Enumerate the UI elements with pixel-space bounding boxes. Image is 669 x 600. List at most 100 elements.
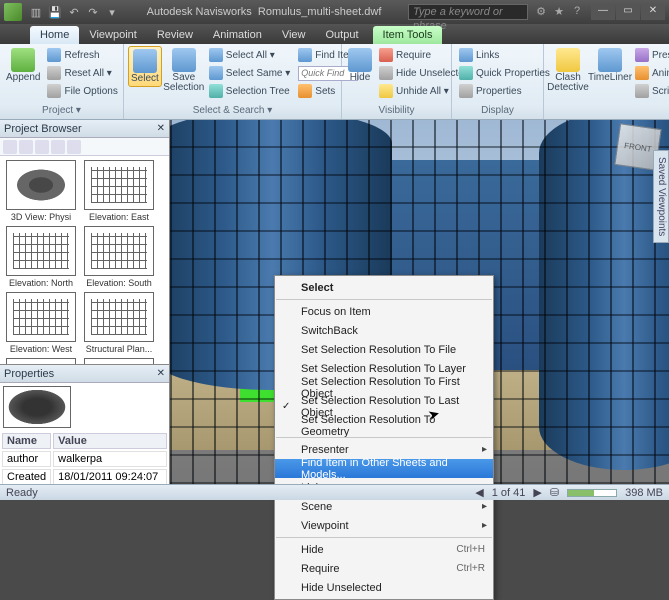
property-row[interactable]: Created18/01/2011 09:24:07 [2, 469, 167, 484]
app-logo-icon[interactable] [4, 3, 22, 21]
help-icons: ⚙ ★ ? [534, 5, 584, 19]
reset-icon [47, 66, 61, 80]
selection-tree-button[interactable]: Selection Tree [206, 82, 294, 100]
ctx-select[interactable]: Select [275, 278, 493, 297]
panel-title-select[interactable]: Select & Search ▾ [124, 105, 341, 119]
ctx-require[interactable]: RequireCtrl+R [275, 559, 493, 578]
properties-pane: Properties✕ NameValue authorwalkerpa Crea… [0, 364, 169, 484]
browser-body[interactable]: 3D View: PhysiElevation: EastElevation: … [0, 156, 169, 364]
ctx-resolution-geometry[interactable]: Set Selection Resolution To Geometry [275, 416, 493, 435]
quickprops-icon [459, 66, 473, 80]
quick-access-toolbar: ▥ 💾 ↶ ↷ ▾ [28, 4, 120, 20]
refresh-button[interactable]: Refresh [44, 46, 120, 64]
sheet-thumbnail[interactable] [4, 358, 78, 364]
append-button[interactable]: Append [4, 46, 42, 85]
ctx-hide-unselected[interactable]: Hide Unselected [275, 578, 493, 597]
browser-tool-icon[interactable] [67, 140, 81, 154]
quick-properties-button[interactable]: Quick Properties [456, 64, 553, 82]
properties-icon [459, 84, 473, 98]
tree-icon [209, 84, 223, 98]
panel-title-project[interactable]: Project ▾ [0, 105, 123, 119]
properties-close-icon[interactable]: ✕ [157, 368, 165, 379]
sets-icon [298, 84, 312, 98]
properties-table: NameValue authorwalkerpa Created18/01/201… [0, 431, 169, 484]
tab-item-tools[interactable]: Item Tools [373, 26, 443, 44]
properties-title[interactable]: Properties✕ [0, 365, 169, 383]
presenter-button[interactable]: Presenter [632, 46, 669, 64]
prop-value: walkerpa [53, 451, 167, 467]
sheet-thumbnail[interactable]: Elevation: North [4, 226, 78, 288]
sheet-thumbnail[interactable]: Structural Plan... [82, 292, 156, 354]
status-bar: Ready ◀ 1 of 41 ▶ ⛁ 398 MB [0, 484, 669, 500]
tab-output[interactable]: Output [316, 26, 369, 44]
minimize-button[interactable]: — [591, 4, 615, 20]
qat-open-icon[interactable]: ▥ [28, 4, 44, 20]
select-all-button[interactable]: Select All ▾ [206, 46, 294, 64]
qat-redo-icon[interactable]: ↷ [85, 4, 101, 20]
star-icon[interactable]: ★ [552, 5, 566, 19]
saved-viewpoints-tab[interactable]: Saved Viewpoints [653, 150, 669, 243]
properties-button[interactable]: Properties [456, 82, 553, 100]
sheet-nav-prev-icon[interactable]: ◀ [475, 486, 483, 499]
ctx-separator [276, 437, 492, 438]
sheet-thumbnail[interactable]: Elevation: East [82, 160, 156, 222]
sheet-indicator: 1 of 41 [492, 487, 526, 499]
hide-icon [348, 48, 372, 72]
links-button[interactable]: Links [456, 46, 553, 64]
panel-title-tools: Tools [544, 105, 669, 119]
properties-body[interactable]: NameValue authorwalkerpa Created18/01/201… [0, 383, 169, 484]
panel-visibility: Hide Require Hide Unselected Unhide All … [342, 44, 452, 119]
ribbon: Append Refresh Reset All ▾ File Options … [0, 44, 669, 120]
thumbnail-caption: 3D View: Physi [5, 212, 77, 222]
ctx-viewpoint[interactable]: Viewpoint [275, 516, 493, 535]
scripter-button[interactable]: Scripter [632, 82, 669, 100]
sheet-thumbnail[interactable]: 3D View: Physi [4, 160, 78, 222]
sheet-thumbnail[interactable] [82, 358, 156, 364]
tab-review[interactable]: Review [147, 26, 203, 44]
browser-tool-icon[interactable] [19, 140, 33, 154]
prop-value: 18/01/2011 09:24:07 [53, 469, 167, 484]
ctx-switchback[interactable]: SwitchBack [275, 321, 493, 340]
hide-button[interactable]: Hide [346, 46, 374, 85]
reset-all-button[interactable]: Reset All ▾ [44, 64, 120, 82]
ctx-focus-item[interactable]: Focus on Item [275, 302, 493, 321]
panel-title-display: Display [452, 105, 543, 119]
select-same-button[interactable]: Select Same ▾ [206, 64, 294, 82]
disk-icon: ⛁ [550, 486, 559, 499]
ctx-resolution-file[interactable]: Set Selection Resolution To File [275, 340, 493, 359]
prop-header-value[interactable]: Value [53, 433, 167, 449]
browser-close-icon[interactable]: ✕ [157, 123, 165, 134]
ctx-hide[interactable]: HideCtrl+H [275, 540, 493, 559]
save-selection-button[interactable]: Save Selection [164, 46, 204, 95]
tab-animation[interactable]: Animation [203, 26, 272, 44]
clash-detective-button[interactable]: Clash Detective [548, 46, 588, 95]
tab-viewpoint[interactable]: Viewpoint [79, 26, 147, 44]
prop-header-name[interactable]: Name [2, 433, 51, 449]
infocenter-icon[interactable]: ⚙ [534, 5, 548, 19]
help-icon[interactable]: ? [570, 5, 584, 19]
sheet-thumbnail[interactable]: Elevation: West [4, 292, 78, 354]
qat-save-icon[interactable]: 💾 [47, 4, 63, 20]
browser-tool-icon[interactable] [3, 140, 17, 154]
presenter-icon [635, 48, 649, 62]
tab-view[interactable]: View [272, 26, 316, 44]
file-options-button[interactable]: File Options [44, 82, 120, 100]
qat-dropdown-icon[interactable]: ▾ [104, 4, 120, 20]
ctx-separator [276, 537, 492, 538]
property-row[interactable]: authorwalkerpa [2, 451, 167, 467]
close-button[interactable]: ✕ [641, 4, 665, 20]
qat-undo-icon[interactable]: ↶ [66, 4, 82, 20]
ctx-find-item-other-sheets[interactable]: Find Item in Other Sheets and Models... [275, 459, 493, 478]
select-button[interactable]: Select [128, 46, 162, 87]
browser-tool-icon[interactable] [51, 140, 65, 154]
timeliner-button[interactable]: TimeLiner [590, 46, 630, 85]
browser-tool-icon[interactable] [35, 140, 49, 154]
tab-home[interactable]: Home [30, 26, 79, 44]
project-browser-title[interactable]: Project Browser✕ [0, 120, 169, 138]
maximize-button[interactable]: ▭ [616, 4, 640, 20]
sheet-nav-next-icon[interactable]: ▶ [533, 486, 541, 499]
panel-title-visibility: Visibility [342, 105, 451, 119]
sheet-thumbnail[interactable]: Elevation: South [82, 226, 156, 288]
animator-button[interactable]: Animator [632, 64, 669, 82]
help-search-input[interactable]: Type a keyword or phrase [408, 4, 528, 20]
